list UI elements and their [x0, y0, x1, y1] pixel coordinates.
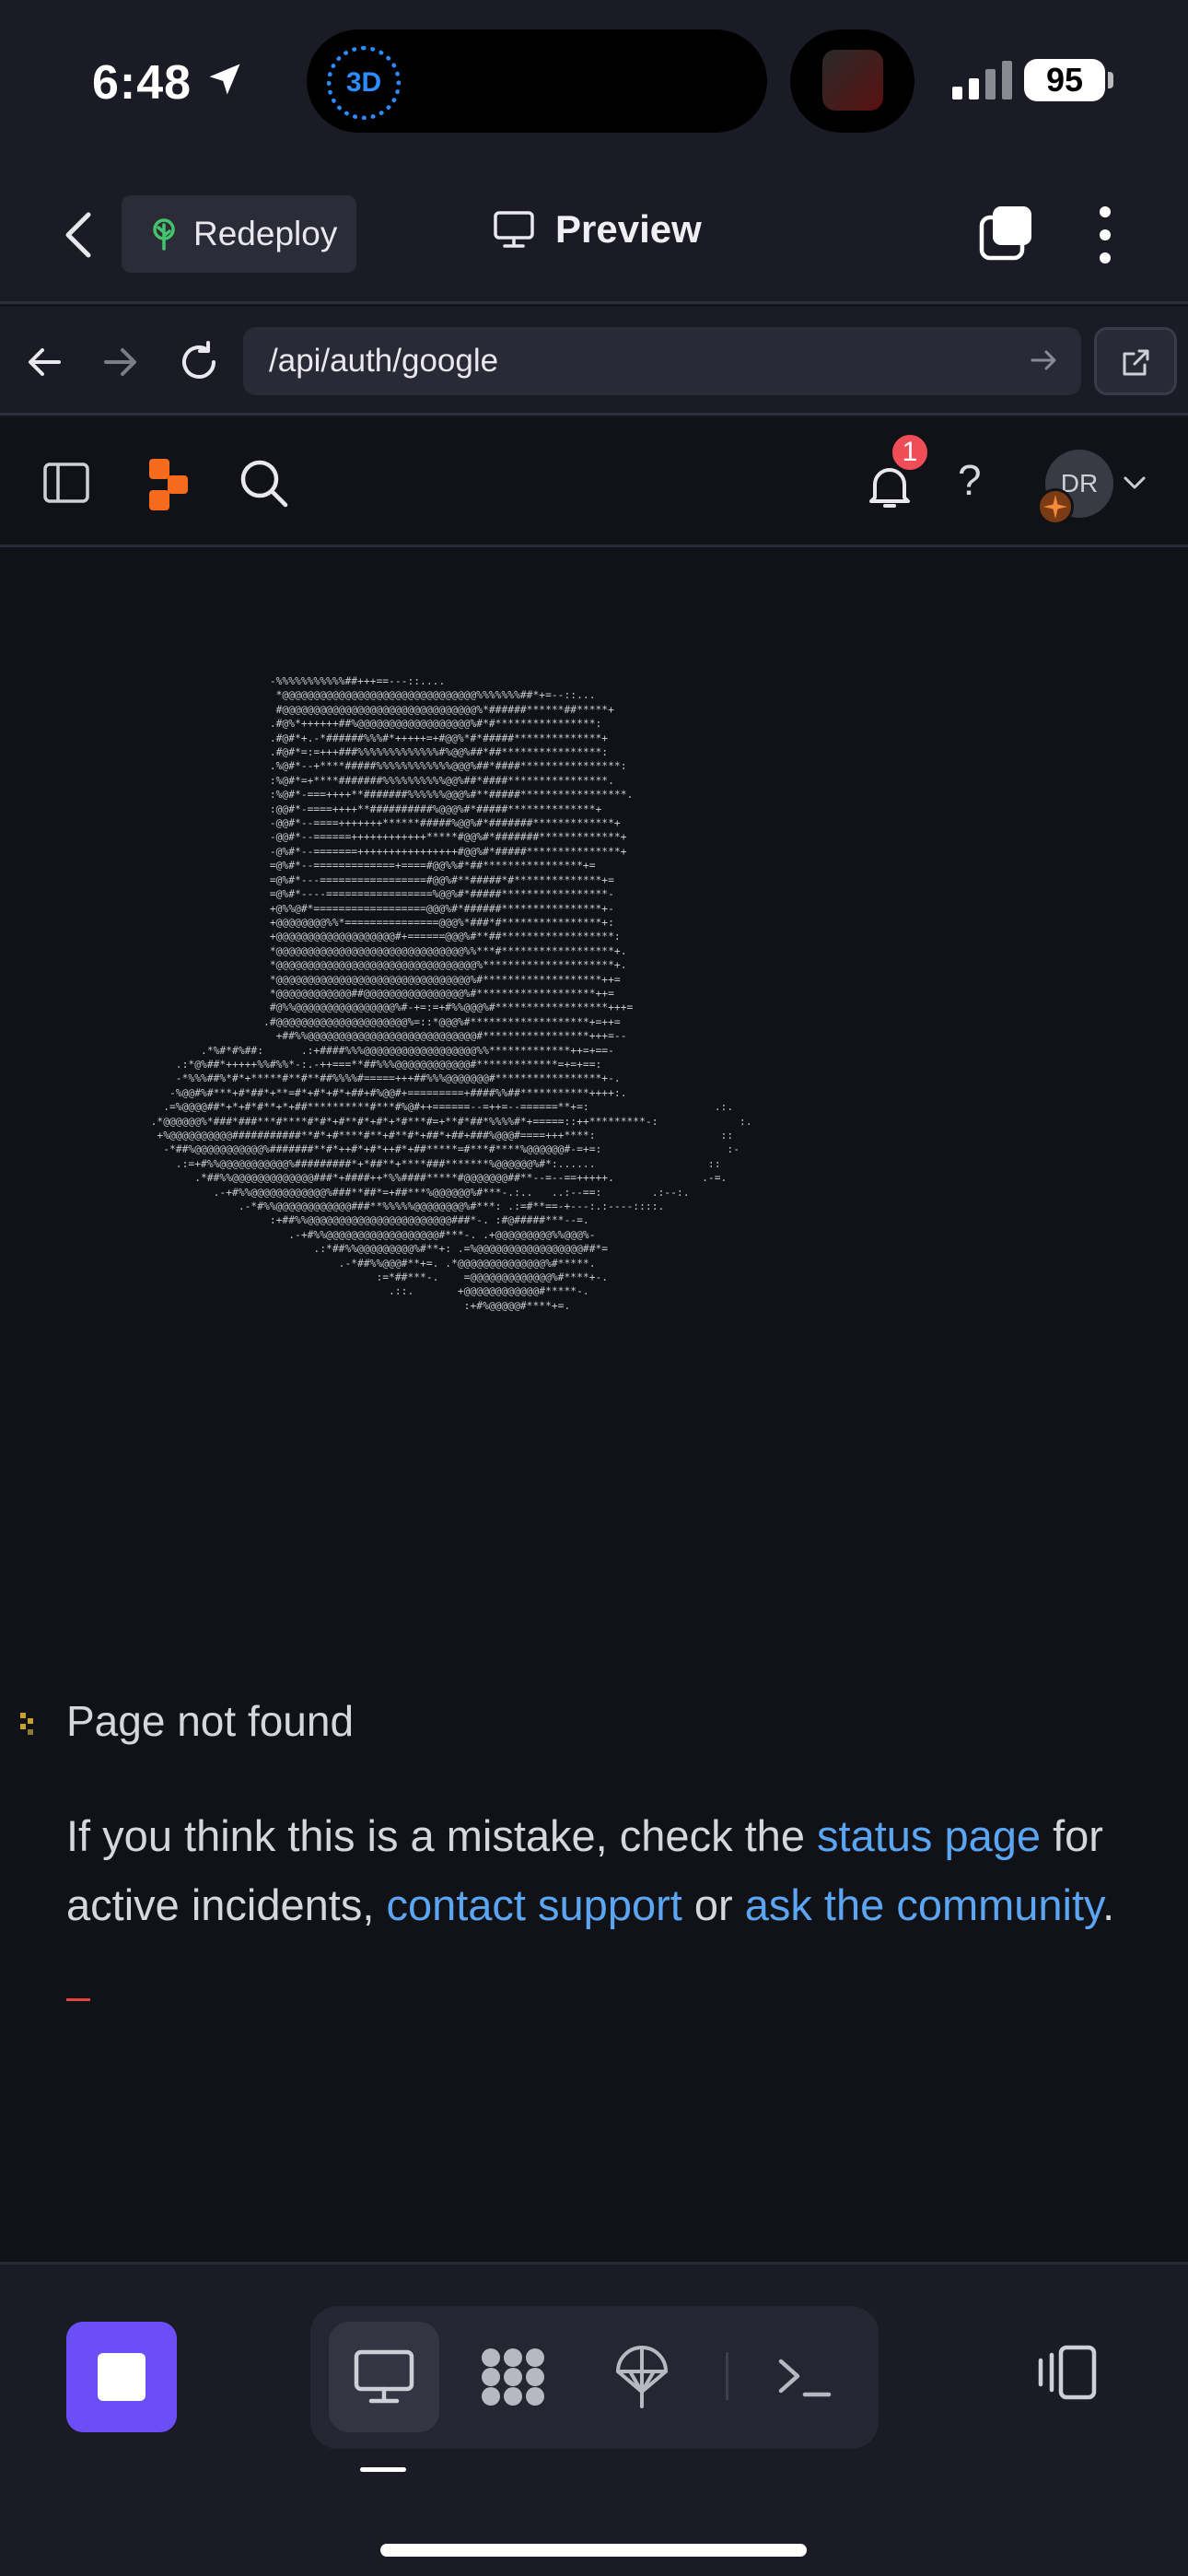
bottom-toolbar: [0, 2262, 1188, 2576]
preview-tab[interactable]: [329, 2322, 439, 2432]
console-tab[interactable]: [750, 2322, 860, 2432]
back-chevron-icon[interactable]: [55, 207, 101, 263]
stop-button[interactable]: [66, 2322, 177, 2432]
segment-divider: [726, 2352, 728, 2400]
page-content: -%%%%%%%%%%%##+++==---::.... *@@@@@@@@@@…: [0, 550, 1188, 2262]
notification-badge: 1: [890, 432, 930, 473]
puzzle-grid-icon: [482, 2348, 544, 2406]
monitor-icon: [494, 211, 534, 248]
preview-header: Redeploy Preview: [0, 161, 1188, 304]
external-link-icon: [1123, 349, 1149, 376]
battery-level: 95: [1024, 59, 1105, 101]
tabs-icon[interactable]: [978, 205, 1035, 262]
help-button[interactable]: ?: [958, 455, 982, 505]
preview-label: Preview: [555, 207, 702, 251]
deploy-tab[interactable]: [587, 2322, 697, 2432]
location-arrow-icon: [209, 64, 240, 95]
battery-tip: [1108, 72, 1113, 88]
not-found-title: Page not found: [66, 1697, 355, 1745]
pixel-marker-icon: [20, 1713, 33, 1735]
not-found-message: If you think this is a mistake, check th…: [66, 1801, 1171, 1939]
terminal-icon: [778, 2359, 832, 2397]
redeploy-button[interactable]: Redeploy: [122, 195, 356, 273]
home-indicator: [380, 2544, 807, 2557]
app-header: ? DR: [0, 418, 1188, 547]
status-bar: 6:48 3D 95: [0, 0, 1188, 161]
message-text: If you think this is a mistake, check th…: [66, 1811, 818, 1860]
reload-icon[interactable]: [177, 340, 221, 384]
devices-icon[interactable]: [1030, 2335, 1103, 2408]
url-bar: /api/auth/google: [0, 307, 1188, 416]
cellular-signal-icon: [952, 61, 1012, 100]
ask-community-link[interactable]: ask the community: [745, 1880, 1102, 1929]
tree-icon: [153, 218, 175, 251]
sidebar-toggle-icon[interactable]: [42, 461, 90, 505]
view-switcher: [310, 2306, 879, 2449]
parachute-icon: [616, 2346, 668, 2408]
spark-icon: [1037, 488, 1074, 525]
island-3d-badge: 3D: [327, 46, 401, 120]
redeploy-label: Redeploy: [193, 215, 338, 252]
text-cursor: [66, 1998, 90, 2001]
preview-title: Preview: [493, 207, 702, 252]
open-external-button[interactable]: [1094, 327, 1177, 395]
url-go-arrow-icon[interactable]: [1027, 344, 1060, 377]
monitor-icon: [354, 2349, 414, 2404]
arrow-right-icon[interactable]: [99, 340, 143, 384]
active-tab-indicator: [360, 2467, 406, 2472]
status-page-link[interactable]: status page: [817, 1811, 1041, 1860]
chevron-down-icon[interactable]: [1122, 474, 1147, 492]
ascii-art-illustration: -%%%%%%%%%%%##+++==---::.... *@@@@@@@@@@…: [150, 675, 752, 1312]
contact-support-link[interactable]: contact support: [386, 1880, 681, 1929]
search-icon[interactable]: [238, 457, 289, 509]
url-field[interactable]: /api/auth/google: [243, 327, 1081, 395]
more-vertical-icon[interactable]: [1087, 203, 1124, 267]
message-text: or: [681, 1880, 745, 1929]
live-activity-app-icon: [822, 50, 883, 111]
clock: 6:48: [92, 56, 192, 110]
app-logo-icon[interactable]: [146, 457, 192, 512]
arrow-left-icon[interactable]: [22, 340, 66, 384]
message-text: .: [1102, 1880, 1115, 1929]
workflows-tab[interactable]: [458, 2322, 568, 2432]
